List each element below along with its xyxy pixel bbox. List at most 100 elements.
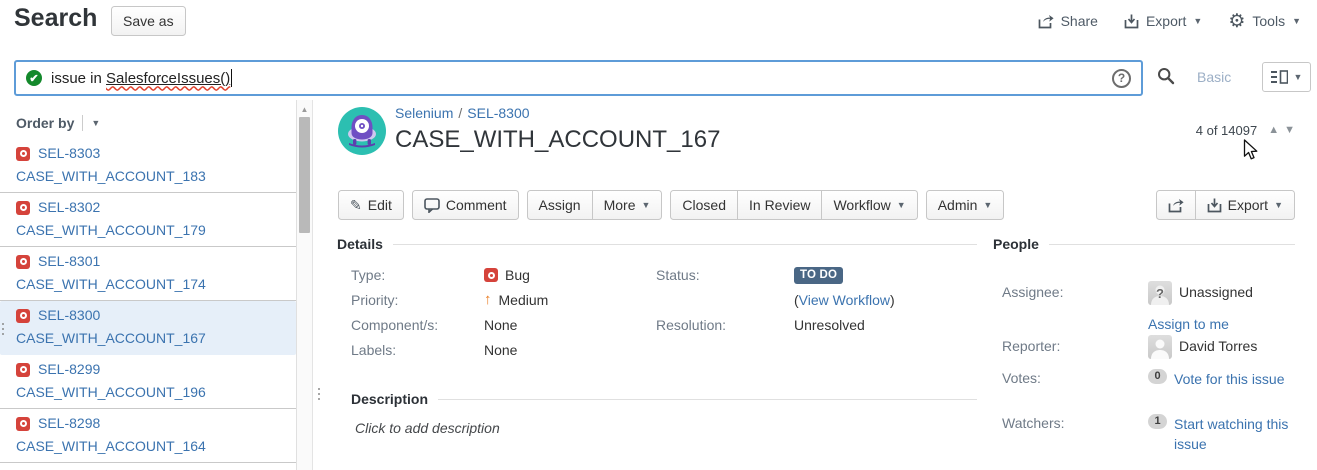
layout-switcher-button[interactable]: ▼ [1262, 62, 1311, 92]
bug-type-icon [16, 201, 30, 215]
pencil-icon: ✎ [350, 197, 362, 214]
watchers-count-badge: 1 [1148, 414, 1167, 429]
tools-menu-button[interactable]: ⚙ Tools ▼ [1228, 12, 1301, 31]
labels-value: None [484, 340, 517, 360]
save-as-button[interactable]: Save as [111, 6, 186, 36]
pager-next-icon[interactable]: ▼ [1284, 125, 1295, 136]
sidebar-scrollbar[interactable]: ▲ [296, 100, 312, 470]
pager-position: 4 of 14097 [1196, 123, 1257, 138]
text-cursor [231, 69, 232, 87]
transition-closed-button[interactable]: Closed [670, 190, 738, 220]
status-label: Status: [656, 265, 794, 285]
people-section: People Assignee: ? Unassigned [993, 236, 1295, 465]
workflow-menu-button[interactable]: Workflow ▼ [821, 190, 917, 220]
start-watching-link[interactable]: Start watching this issue [1174, 412, 1295, 454]
type-label: Type: [351, 265, 484, 285]
gear-icon: ⚙ [1228, 12, 1245, 31]
export-menu-button[interactable]: Export ▼ [1124, 13, 1202, 29]
admin-menu-button[interactable]: Admin ▼ [926, 190, 1005, 220]
issue-list: SEL-8303 CASE_WITH_ACCOUNT_183 SEL-8302 … [0, 139, 296, 463]
assign-button[interactable]: Assign [527, 190, 593, 220]
detail-view-layout-icon [1271, 70, 1288, 84]
divider [1049, 244, 1295, 245]
watchers-label: Watchers: [1002, 412, 1148, 454]
more-menu-button[interactable]: More ▼ [592, 190, 663, 220]
bug-type-icon [16, 309, 30, 323]
status-badge: TO DO [794, 267, 843, 284]
breadcrumb: Selenium/SEL-8300 [395, 103, 720, 123]
export-download-icon [1207, 198, 1222, 213]
order-by-control[interactable]: Order by ▼ [16, 115, 296, 131]
search-submit-button[interactable] [1156, 66, 1176, 86]
divider [82, 115, 83, 131]
transition-in-review-button[interactable]: In Review [737, 190, 822, 220]
scrollbar-up-arrow[interactable]: ▲ [297, 100, 312, 114]
basic-mode-link[interactable]: Basic [1197, 69, 1231, 85]
list-item-sel-8303[interactable]: SEL-8303 CASE_WITH_ACCOUNT_183 [0, 139, 296, 193]
chevron-down-icon: ▼ [897, 201, 906, 210]
priority-value: Medium [499, 290, 549, 310]
view-workflow-link[interactable]: View Workflow [799, 292, 890, 308]
vote-link[interactable]: Vote for this issue [1174, 367, 1285, 389]
list-item-sel-8300-selected[interactable]: SEL-8300 CASE_WITH_ACCOUNT_167 [0, 301, 296, 355]
detail-panel-resize-handle[interactable] [318, 388, 320, 400]
bug-type-icon [16, 147, 30, 161]
workflow-button-group: Closed In Review Workflow ▼ [670, 190, 917, 220]
priority-medium-icon: ↑ [484, 290, 492, 310]
scrollbar-thumb[interactable] [299, 117, 310, 233]
description-placeholder[interactable]: Click to add description [355, 420, 977, 436]
jql-search-input[interactable]: ✔ issue in SalesforceIssues() ? [14, 60, 1143, 96]
jira-search-window: Search Save as Share Export ▼ ⚙ Tools ▼ … [0, 0, 1317, 470]
votes-label: Votes: [1002, 367, 1148, 389]
issue-title: CASE_WITH_ACCOUNT_167 [395, 125, 720, 155]
votes-count-badge: 0 [1148, 369, 1167, 384]
details-section: Details Type: Bug Priority: ↑Medium Comp… [337, 236, 977, 370]
assignee-label: Assignee: [1002, 281, 1148, 305]
sidebar-resize-handle[interactable] [2, 323, 4, 335]
issue-pager: 4 of 14097 ▲ ▼ [1196, 123, 1295, 138]
issue-header: Selenium/SEL-8300 CASE_WITH_ACCOUNT_167 [395, 103, 720, 155]
pager-previous-icon[interactable]: ▲ [1268, 125, 1279, 136]
comment-bubble-icon [424, 198, 440, 213]
share-icon [1168, 198, 1184, 213]
list-item-sel-8302[interactable]: SEL-8302 CASE_WITH_ACCOUNT_179 [0, 193, 296, 247]
share-export-group: Export ▼ [1156, 190, 1295, 220]
comment-button[interactable]: Comment [412, 190, 519, 220]
labels-label: Labels: [351, 340, 484, 360]
reporter-avatar [1148, 335, 1172, 359]
bug-type-icon [16, 417, 30, 431]
chevron-down-icon: ▼ [641, 201, 650, 210]
header-actions: Share Export ▼ ⚙ Tools ▼ [1038, 6, 1301, 36]
chevron-down-icon: ▼ [1274, 201, 1283, 210]
list-item-sel-8301[interactable]: SEL-8301 CASE_WITH_ACCOUNT_174 [0, 247, 296, 301]
search-icon [1156, 66, 1176, 86]
chevron-down-icon: ▼ [1193, 17, 1202, 26]
assignee-value: Unassigned [1179, 281, 1253, 300]
share-issue-button[interactable] [1156, 190, 1196, 220]
edit-button[interactable]: ✎ Edit [338, 190, 404, 220]
bug-type-icon [16, 255, 30, 269]
assign-to-me-link[interactable]: Assign to me [1148, 316, 1229, 332]
type-value: Bug [505, 265, 530, 285]
list-item-sel-8298[interactable]: SEL-8298 CASE_WITH_ACCOUNT_164 [0, 409, 296, 463]
issue-toolbar: ✎ Edit Comment Assign More ▼ Closed In R [338, 190, 1295, 220]
chevron-down-icon: ▼ [983, 201, 992, 210]
export-issue-button[interactable]: Export ▼ [1195, 190, 1295, 220]
syntax-help-icon[interactable]: ? [1112, 69, 1131, 88]
bug-type-icon [16, 363, 30, 377]
share-button[interactable]: Share [1038, 13, 1098, 29]
priority-label: Priority: [351, 290, 484, 310]
components-value: None [484, 315, 517, 335]
description-section: Description Click to add description [337, 391, 977, 436]
divider [393, 244, 977, 245]
list-item-sel-8299[interactable]: SEL-8299 CASE_WITH_ACCOUNT_196 [0, 355, 296, 409]
reporter-value: David Torres [1179, 335, 1257, 354]
export-download-icon [1124, 14, 1139, 29]
bug-type-icon [484, 268, 498, 282]
breadcrumb-issue-key-link[interactable]: SEL-8300 [467, 105, 529, 121]
assign-button-group: Assign More ▼ [527, 190, 663, 220]
jql-valid-check-icon: ✔ [26, 70, 42, 86]
issue-list-panel: Order by ▼ SEL-8303 CASE_WITH_ACCOUNT_18… [0, 100, 296, 470]
description-heading: Description [351, 391, 428, 407]
breadcrumb-project-link[interactable]: Selenium [395, 105, 453, 121]
